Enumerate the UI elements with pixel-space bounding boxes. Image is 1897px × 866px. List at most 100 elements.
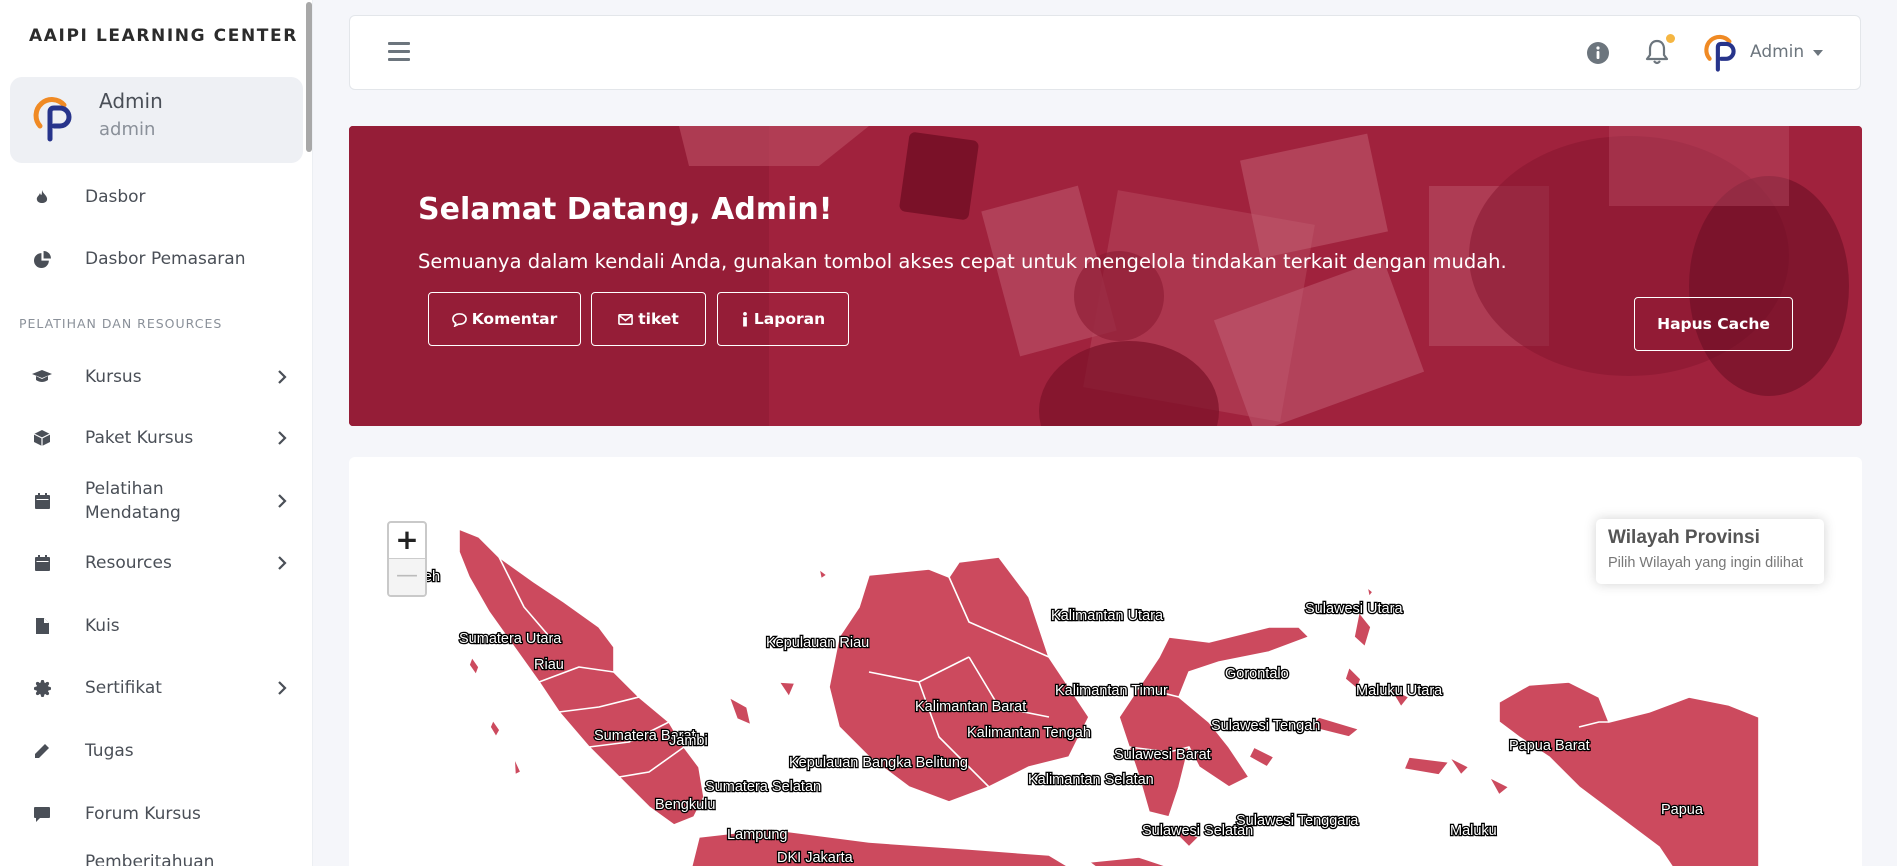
zoom-out-button[interactable]: — <box>389 559 425 595</box>
info-icon[interactable] <box>1586 41 1610 65</box>
province-label: Kalimantan Timur <box>1055 683 1168 699</box>
province-label: DKI Jakarta <box>777 850 854 866</box>
province-label: Kalimantan Tengah <box>967 725 1091 741</box>
calendar-icon <box>32 553 52 573</box>
welcome-banner: Selamat Datang, Admin! Semuanya dalam ke… <box>349 126 1862 426</box>
sidebar-user-role: admin <box>99 119 156 140</box>
sidebar-item-label: Kursus <box>85 367 142 387</box>
sidebar-item-label: Tugas <box>85 741 134 761</box>
user-dropdown[interactable]: Admin <box>1750 42 1824 62</box>
province-label: Sulawesi Tengah <box>1211 718 1320 734</box>
top-navbar: Admin <box>349 15 1861 90</box>
map-zoom-control: + — <box>387 521 427 597</box>
menu-icon[interactable] <box>388 42 410 62</box>
tiket-button-label: tiket <box>638 310 679 328</box>
province-label: Kepulauan Bangka Belitung <box>789 755 968 771</box>
sidebar-user-card[interactable]: Admin admin <box>10 77 303 163</box>
sidebar-item-tugas[interactable]: Tugas <box>0 726 306 776</box>
bell-icon[interactable] <box>1645 38 1669 66</box>
province-label: Papua Barat <box>1509 738 1590 754</box>
calendar-icon <box>32 491 52 511</box>
province-map-card: Aceh Sumatera Utara Riau Kepulauan Riau … <box>349 457 1862 866</box>
brand-title: AAIPI LEARNING CENTER <box>29 26 298 46</box>
hapus-cache-button[interactable]: Hapus Cache <box>1634 297 1793 351</box>
sidebar-item-label: Sertifikat <box>85 678 162 698</box>
map-info-box: Wilayah Provinsi Pilih Wilayah yang ingi… <box>1596 519 1824 584</box>
chevron-right-icon <box>278 681 287 695</box>
province-label: Sulawesi Tenggara <box>1236 813 1359 829</box>
comment-icon <box>32 804 52 824</box>
sidebar-item-forum-kursus[interactable]: Forum Kursus <box>0 789 306 839</box>
tiket-button[interactable]: tiket <box>591 292 706 346</box>
sidebar-scrollbar[interactable] <box>306 2 312 152</box>
graduation-cap-icon <box>32 367 52 387</box>
pencil-icon <box>32 741 52 761</box>
banner-background-image <box>349 126 1862 426</box>
sidebar-item-pelatihan-mendatang[interactable]: Pelatihan Mendatang <box>0 475 306 527</box>
map-info-title: Wilayah Provinsi <box>1608 527 1760 548</box>
sidebar-item-kuis[interactable]: Kuis <box>0 601 306 651</box>
sidebar-item-label: Paket Kursus <box>85 428 194 448</box>
certificate-icon <box>32 678 52 698</box>
notification-dot <box>1666 34 1675 43</box>
banner-title: Selamat Datang, Admin! <box>418 192 833 227</box>
province-label: Sumatera Utara <box>459 631 562 647</box>
province-label: Sulawesi Utara <box>1305 601 1403 617</box>
pie-chart-icon <box>32 249 52 269</box>
province-label: Gorontalo <box>1225 666 1289 682</box>
sidebar-section-label: PELATIHAN DAN RESOURCES <box>19 316 223 331</box>
sidebar-item-resources[interactable]: Resources <box>0 538 306 588</box>
sidebar-item-label: Kuis <box>85 616 120 636</box>
avatar[interactable] <box>1703 34 1741 72</box>
province-label: Kepulauan Riau <box>766 635 869 651</box>
province-label: Bengkulu <box>655 797 715 813</box>
sidebar-item-sertifikat[interactable]: Sertifikat <box>0 663 306 713</box>
province-label: Kalimantan Selatan <box>1028 772 1154 788</box>
sidebar-item-label: Resources <box>85 553 172 573</box>
sidebar: AAIPI LEARNING CENTER Admin admin Dasbor… <box>0 0 313 866</box>
user-dropdown-label: Admin <box>1750 42 1805 62</box>
region-papua <box>1498 681 1760 866</box>
province-label: Maluku <box>1450 823 1497 839</box>
chevron-right-icon <box>278 431 287 445</box>
province-label: Jambi <box>669 733 708 749</box>
region-sumatra <box>458 528 705 826</box>
sidebar-item-label: Dasbor <box>85 187 146 207</box>
province-label: Kalimantan Utara <box>1051 608 1164 624</box>
caret-down-icon <box>1813 50 1824 56</box>
avatar-logo <box>33 97 72 142</box>
province-label: Lampung <box>727 827 787 843</box>
chevron-right-icon <box>278 494 287 508</box>
sidebar-item-kursus[interactable]: Kursus <box>0 352 306 402</box>
komentar-button-label: Komentar <box>471 310 558 328</box>
province-label: Kalimantan Barat <box>915 699 1026 715</box>
sidebar-item-label: Pelatihan Mendatang <box>85 479 181 523</box>
envelope-icon <box>618 313 634 325</box>
province-label: Papua <box>1661 802 1704 818</box>
laporan-button[interactable]: Laporan <box>717 292 849 346</box>
chevron-right-icon <box>278 556 287 570</box>
chevron-right-icon <box>278 370 287 384</box>
sidebar-item-dasbor[interactable]: Dasbor <box>0 172 306 222</box>
zoom-in-button[interactable]: + <box>389 523 425 559</box>
sidebar-user-name: Admin <box>99 89 163 113</box>
sidebar-item-pemberitahuan[interactable]: Pemberitahuan <box>0 850 306 866</box>
banner-subtitle: Semuanya dalam kendali Anda, gunakan tom… <box>418 250 1507 273</box>
sidebar-item-label: Dasbor Pemasaran <box>85 249 246 269</box>
sidebar-item-dasbor-pemasaran[interactable]: Dasbor Pemasaran <box>0 234 306 284</box>
province-label: Sulawesi Barat <box>1114 747 1211 763</box>
province-label: Sumatera Selatan <box>705 779 821 795</box>
box-icon <box>32 428 52 448</box>
komentar-button[interactable]: Komentar <box>428 292 581 346</box>
sidebar-item-label: Pemberitahuan <box>85 852 215 866</box>
province-label: Riau <box>534 657 564 673</box>
info-icon <box>743 311 747 327</box>
sidebar-item-label: Forum Kursus <box>85 804 201 824</box>
map-info-subtitle: Pilih Wilayah yang ingin dilihat <box>1608 555 1804 571</box>
hapus-cache-button-label: Hapus Cache <box>1657 315 1770 333</box>
laporan-button-label: Laporan <box>753 310 826 328</box>
comment-icon <box>451 312 467 327</box>
fire-icon <box>32 187 52 207</box>
sidebar-item-paket-kursus[interactable]: Paket Kursus <box>0 413 306 463</box>
file-icon <box>32 616 52 636</box>
